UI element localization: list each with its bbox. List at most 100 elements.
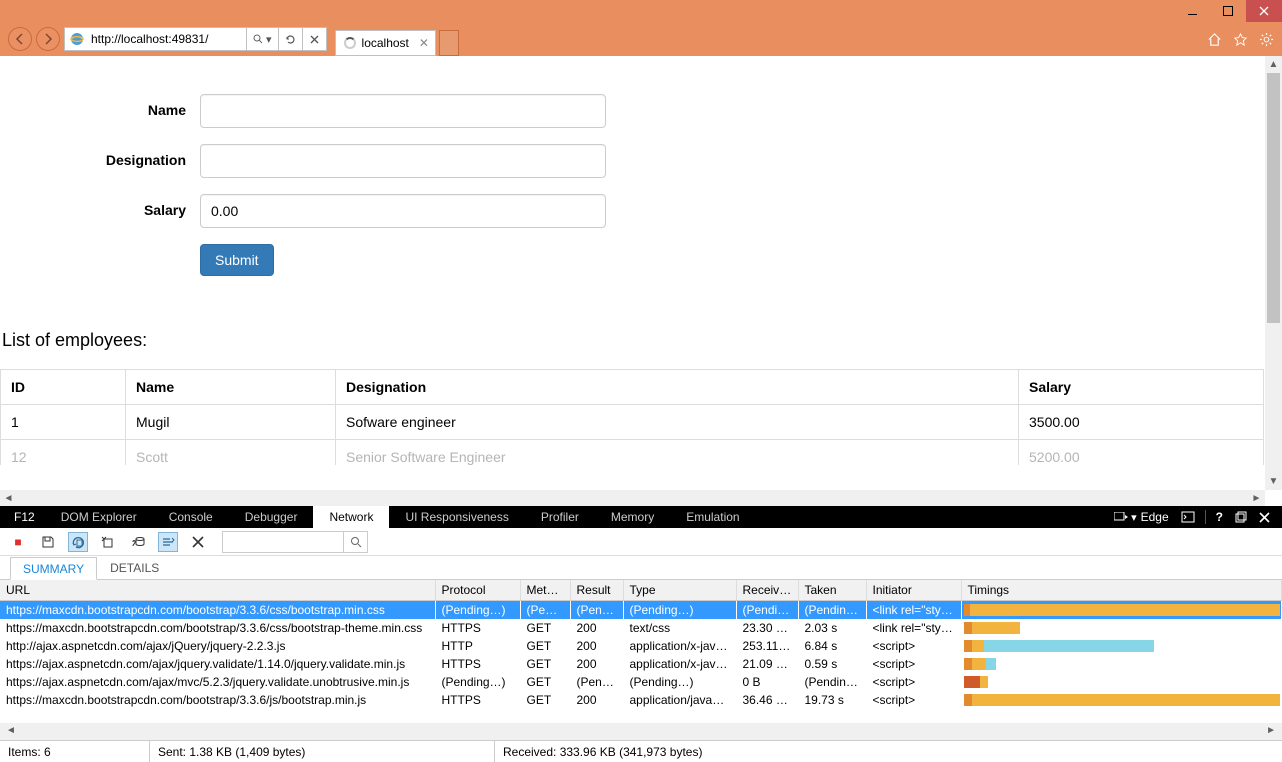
status-received: Received: 333.96 KB (341,973 bytes) <box>495 741 1282 762</box>
timing-bar <box>961 655 1282 673</box>
name-input[interactable] <box>200 94 606 128</box>
settings-icon[interactable] <box>1258 31 1274 47</box>
tab-network[interactable]: Network <box>313 506 389 528</box>
home-icon[interactable] <box>1206 31 1222 47</box>
filter-search-icon[interactable] <box>343 532 367 552</box>
table-header-row: ID Name Designation Salary <box>1 370 1264 405</box>
record-button[interactable]: ■ <box>8 532 28 552</box>
forward-button[interactable] <box>36 27 60 51</box>
col-url[interactable]: URL <box>0 580 435 601</box>
designation-input[interactable] <box>200 144 606 178</box>
clear-session-button[interactable] <box>188 532 208 552</box>
browser-toolbar: ▾ localhost ✕ <box>0 22 1282 56</box>
network-toolbar: ■ <box>0 528 1282 556</box>
form-row-name: Name <box>0 94 1282 128</box>
scroll-up-icon[interactable]: ▲ <box>1265 56 1282 73</box>
status-items: Items: 6 <box>0 741 150 762</box>
timing-bar <box>961 619 1282 637</box>
network-header-row: URL Protocol Method Result Type Received… <box>0 580 1282 601</box>
network-row[interactable]: https://maxcdn.bootstrapcdn.com/bootstra… <box>0 619 1282 637</box>
window-maximize-button[interactable] <box>1210 0 1246 22</box>
timing-bar <box>961 673 1282 691</box>
filter-input[interactable] <box>223 532 343 552</box>
page-content: Name Designation Salary Submit List of e… <box>0 56 1282 506</box>
tab-profiler[interactable]: Profiler <box>525 506 595 528</box>
col-initiator[interactable]: Initiator <box>866 580 961 601</box>
timing-bar <box>961 637 1282 655</box>
network-row[interactable]: http://ajax.aspnetcdn.com/ajax/jQuery/jq… <box>0 637 1282 655</box>
scroll-left-icon[interactable]: ◄ <box>0 490 17 506</box>
favorites-icon[interactable] <box>1232 31 1248 47</box>
tab-debugger[interactable]: Debugger <box>229 506 314 528</box>
devtools-panel: F12 DOM Explorer Console Debugger Networ… <box>0 506 1282 762</box>
scroll-thumb[interactable] <box>1267 73 1280 323</box>
address-bar[interactable]: ▾ <box>64 27 327 51</box>
browser-tab[interactable]: localhost ✕ <box>335 30 436 56</box>
scroll-right-icon[interactable]: ► <box>1248 490 1265 506</box>
col-result[interactable]: Result <box>570 580 623 601</box>
network-subtabs: SUMMARY DETAILS <box>0 556 1282 580</box>
toolbar-right-icons <box>1206 31 1274 47</box>
save-button[interactable] <box>38 532 58 552</box>
clear-entries-button[interactable] <box>98 532 118 552</box>
network-table: URL Protocol Method Result Type Received… <box>0 580 1282 723</box>
clear-cache-button[interactable] <box>128 532 148 552</box>
col-timings[interactable]: Timings <box>961 580 1282 601</box>
devtools-close-icon[interactable] <box>1253 506 1276 528</box>
col-salary: Salary <box>1019 370 1264 405</box>
network-row[interactable]: https://ajax.aspnetcdn.com/ajax/mvc/5.2.… <box>0 673 1282 691</box>
col-protocol[interactable]: Protocol <box>435 580 520 601</box>
salary-input[interactable] <box>200 194 606 228</box>
page-horizontal-scrollbar[interactable]: ◄ ► <box>0 490 1265 506</box>
window-minimize-button[interactable] <box>1174 0 1210 22</box>
tab-emulation[interactable]: Emulation <box>670 506 755 528</box>
subtab-summary[interactable]: SUMMARY <box>10 557 97 580</box>
col-name: Name <box>126 370 336 405</box>
col-method[interactable]: Method <box>520 580 570 601</box>
col-received[interactable]: Received <box>736 580 798 601</box>
help-icon[interactable]: ? <box>1210 506 1229 528</box>
tab-close-button[interactable]: ✕ <box>419 36 429 50</box>
refresh-button[interactable] <box>278 28 302 50</box>
col-designation: Designation <box>336 370 1019 405</box>
window-close-button[interactable] <box>1246 0 1282 22</box>
edge-mode-dropdown[interactable]: ▾Edge <box>1108 506 1175 528</box>
console-toggle-icon[interactable] <box>1175 506 1201 528</box>
network-horizontal-scrollbar[interactable]: ◄ ► <box>0 723 1282 740</box>
timing-bar <box>961 691 1282 709</box>
filter-box[interactable] <box>222 531 368 553</box>
col-type[interactable]: Type <box>623 580 736 601</box>
tab-console[interactable]: Console <box>153 506 229 528</box>
network-row[interactable]: https://ajax.aspnetcdn.com/ajax/jquery.v… <box>0 655 1282 673</box>
always-refresh-button[interactable] <box>68 532 88 552</box>
table-row: 12 Scott Senior Software Engineer 5200.0… <box>1 440 1264 466</box>
clear-cookies-button[interactable] <box>158 532 178 552</box>
form-row-submit: Submit <box>0 244 1282 276</box>
network-row[interactable]: https://maxcdn.bootstrapcdn.com/bootstra… <box>0 601 1282 620</box>
stop-button[interactable] <box>302 28 326 50</box>
name-label: Name <box>0 94 200 128</box>
back-button[interactable] <box>8 27 32 51</box>
timing-bar <box>961 601 1282 620</box>
devtools-f12-label: F12 <box>4 506 45 528</box>
tab-dom-explorer[interactable]: DOM Explorer <box>45 506 153 528</box>
tab-title: localhost <box>362 36 409 50</box>
tab-memory[interactable]: Memory <box>595 506 670 528</box>
loading-spinner-icon <box>344 37 356 49</box>
devtools-tabs: F12 DOM Explorer Console Debugger Networ… <box>0 506 1282 528</box>
search-dropdown-button[interactable]: ▾ <box>246 28 278 50</box>
new-tab-button[interactable] <box>439 30 459 56</box>
salary-label: Salary <box>0 194 200 228</box>
devtools-statusbar: Items: 6 Sent: 1.38 KB (1,409 bytes) Rec… <box>0 740 1282 762</box>
subtab-details[interactable]: DETAILS <box>97 556 172 579</box>
col-taken[interactable]: Taken <box>798 580 866 601</box>
page-vertical-scrollbar[interactable]: ▲ ▼ <box>1265 56 1282 490</box>
designation-label: Designation <box>0 144 200 178</box>
submit-button[interactable]: Submit <box>200 244 274 276</box>
url-input[interactable] <box>89 32 246 46</box>
scroll-down-icon[interactable]: ▼ <box>1265 473 1282 490</box>
form-row-salary: Salary <box>0 194 1282 228</box>
network-row[interactable]: https://maxcdn.bootstrapcdn.com/bootstra… <box>0 691 1282 709</box>
undock-icon[interactable] <box>1229 506 1253 528</box>
tab-ui-responsiveness[interactable]: UI Responsiveness <box>389 506 524 528</box>
